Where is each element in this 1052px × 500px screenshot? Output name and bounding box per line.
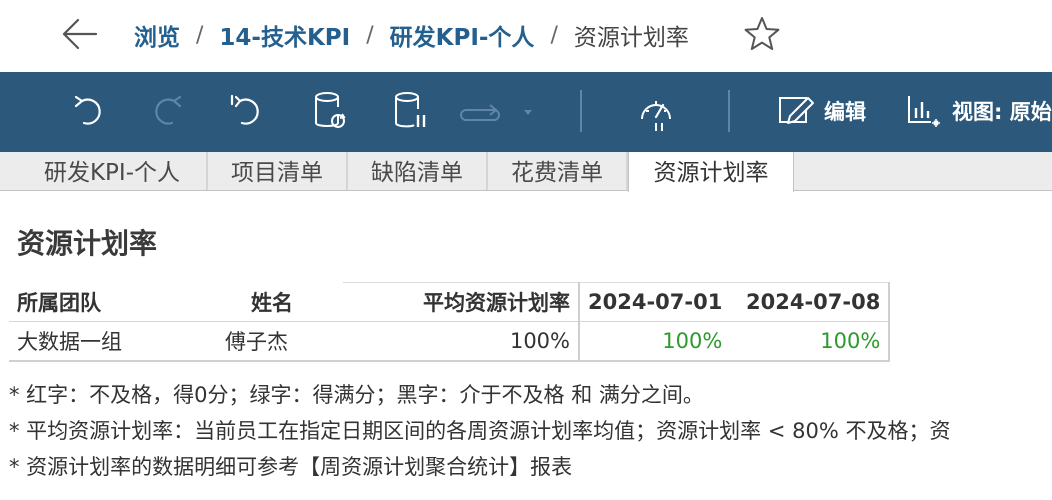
favorite-star-icon[interactable]: [742, 14, 782, 54]
revert-button[interactable]: [226, 88, 266, 134]
redo-button[interactable]: [146, 88, 186, 134]
breadcrumb-separator: /: [550, 22, 558, 48]
tab-resource-plan-rate[interactable]: 资源计划率: [628, 152, 794, 192]
toolbar-divider: [728, 90, 730, 132]
notes: * 红字：不及格，得0分；绿字：得满分；黑字：介于不及格 和 满分之间。 * 平…: [9, 381, 1052, 489]
toolbar-divider: [580, 90, 582, 132]
report-title: 资源计划率: [17, 227, 158, 260]
breadcrumb-tech-kpi-link[interactable]: 14-技术KPI: [219, 18, 350, 52]
breadcrumb-bar: 浏览 / 14-技术KPI / 研发KPI-个人 / 资源计划率: [0, 0, 1052, 72]
toolbar: 编辑 视图: 原始: [0, 72, 1052, 152]
replay-button[interactable]: [460, 88, 540, 134]
cell-name: 傅子杰: [201, 321, 343, 362]
performance-gauge-icon: [636, 89, 676, 133]
table-row: 大数据一组 傅子杰 100% 100% 100%: [9, 321, 891, 362]
breadcrumb-separator: /: [366, 22, 374, 48]
column-header-date-1[interactable]: 2024-07-01: [579, 282, 731, 322]
column-header-name[interactable]: 姓名: [201, 283, 343, 322]
cell-avg-rate: 100%: [343, 321, 580, 362]
performance-button[interactable]: [636, 88, 676, 134]
cell-team: 大数据一组: [9, 321, 201, 362]
tab-cost-list[interactable]: 花费清单: [488, 152, 628, 190]
breadcrumb-browse-link[interactable]: 浏览: [134, 18, 180, 52]
note-detail-reference: * 资源计划率的数据明细可参考【周资源计划聚合统计】报表: [9, 455, 573, 479]
breadcrumb: 浏览 / 14-技术KPI / 研发KPI-个人 / 资源计划率: [134, 17, 689, 53]
cell-date-1-rate: 100%: [579, 321, 731, 362]
replay-icon: [460, 91, 540, 131]
refresh-data-button[interactable]: [310, 88, 350, 134]
view-original-button[interactable]: 视图: 原始: [904, 88, 1052, 134]
chart-view-icon: [904, 91, 944, 131]
redo-icon: [146, 91, 186, 131]
undo-icon: [70, 91, 110, 131]
tab-defect-list[interactable]: 缺陷清单: [348, 152, 488, 190]
revert-icon: [226, 91, 266, 131]
tab-project-list[interactable]: 项目清单: [208, 152, 348, 190]
pause-data-button[interactable]: [390, 88, 430, 134]
refresh-data-icon: [310, 89, 350, 133]
edit-label: 编辑: [824, 100, 866, 124]
note-color-legend: * 红字：不及格，得0分；绿字：得满分；黑字：介于不及格 和 满分之间。: [9, 383, 704, 407]
column-header-team[interactable]: 所属团队: [9, 283, 201, 322]
breadcrumb-rd-kpi-link[interactable]: 研发KPI-个人: [390, 18, 535, 52]
sheet-tabs: 研发KPI-个人 项目清单 缺陷清单 花费清单 资源计划率: [0, 152, 1052, 192]
undo-button[interactable]: [70, 88, 110, 134]
breadcrumb-current: 资源计划率: [573, 25, 689, 51]
back-arrow-icon[interactable]: [56, 14, 102, 54]
cell-date-2-rate: 100%: [730, 321, 891, 362]
table-header-row: 所属团队 姓名 平均资源计划率 2024-07-01 2024-07-08: [9, 282, 891, 322]
resource-plan-table: 所属团队 姓名 平均资源计划率 2024-07-01 2024-07-08 大数…: [9, 282, 891, 362]
note-avg-definition: * 平均资源计划率：当前员工在指定日期区间的各周资源计划率均值；资源计划率 < …: [9, 419, 951, 443]
pause-data-icon: [390, 89, 430, 133]
breadcrumb-separator: /: [196, 22, 204, 48]
column-header-date-2[interactable]: 2024-07-08: [730, 282, 891, 322]
tab-rd-kpi-personal[interactable]: 研发KPI-个人: [18, 152, 208, 190]
view-label: 视图: 原始: [952, 100, 1052, 124]
column-header-avg-rate[interactable]: 平均资源计划率: [343, 282, 580, 322]
edit-button[interactable]: 编辑: [776, 88, 866, 134]
edit-pencil-icon: [776, 91, 816, 131]
